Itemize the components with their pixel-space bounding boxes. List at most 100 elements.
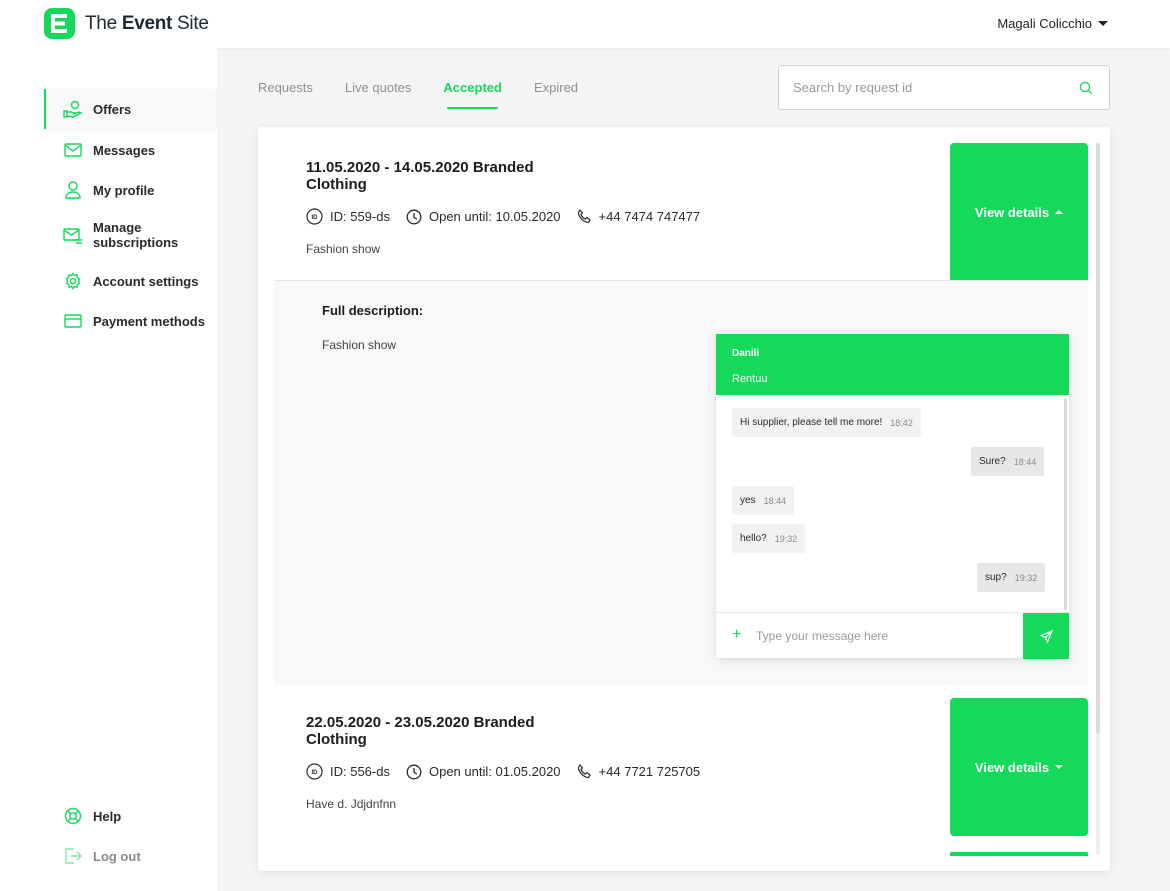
clock-icon bbox=[406, 209, 422, 224]
sidebar-item-label: Messages bbox=[93, 142, 156, 158]
offer-phone-text: +44 7721 725705 bbox=[598, 764, 701, 779]
offer-meta: ID ID: 556-ds Open until: 01.05.2020 +44… bbox=[306, 763, 906, 780]
tab-accepted[interactable]: Accepted bbox=[443, 80, 502, 109]
offer-tabs: Requests Live quotes Accepted Expired bbox=[258, 80, 610, 109]
offer-id-text: ID: 559-ds bbox=[330, 209, 390, 224]
sidebar-item-payment-methods[interactable]: Payment methods bbox=[44, 311, 217, 331]
offer-open-until-text: Open until: 10.05.2020 bbox=[428, 209, 561, 224]
id-badge-icon: ID bbox=[306, 208, 323, 225]
search-input[interactable] bbox=[779, 66, 1049, 109]
panel-scrollbar-thumb[interactable] bbox=[1096, 143, 1100, 733]
credit-card-icon bbox=[63, 311, 83, 331]
offer-id-text: ID: 556-ds bbox=[330, 764, 390, 779]
sidebar-item-label: Log out bbox=[93, 848, 141, 864]
envelope-icon bbox=[63, 140, 83, 160]
brand-name: The Event Site bbox=[85, 13, 209, 35]
brand-prefix: The bbox=[85, 12, 122, 34]
tab-expired[interactable]: Expired bbox=[534, 80, 578, 101]
sidebar-item-label: Offers bbox=[93, 101, 132, 117]
attach-plus-icon[interactable]: + bbox=[732, 626, 741, 644]
sidebar-item-messages[interactable]: Messages bbox=[44, 140, 217, 160]
user-menu[interactable]: Magali Colicchio bbox=[997, 16, 1108, 31]
tab-live-quotes[interactable]: Live quotes bbox=[345, 80, 412, 101]
svg-text:ID: ID bbox=[312, 215, 319, 221]
view-details-button[interactable]: View details bbox=[950, 698, 1088, 836]
brand-logo[interactable]: The Event Site bbox=[44, 8, 209, 39]
user-icon bbox=[63, 180, 83, 200]
full-description-text: Fashion show bbox=[322, 338, 397, 352]
offer-card: 11.05.2020 - 14.05.2020 Branded Clothing… bbox=[274, 143, 1088, 281]
sidebar-item-my-profile[interactable]: My profile bbox=[44, 180, 217, 200]
message-text: yes bbox=[740, 495, 756, 506]
message-text: hello? bbox=[740, 533, 767, 544]
brand-suffix: Site bbox=[172, 12, 209, 34]
message-text: Hi supplier, please tell me more! bbox=[740, 417, 883, 428]
message-time: 18:42 bbox=[890, 417, 913, 428]
chat-contact-name: Danili bbox=[732, 348, 760, 359]
sidebar-item-offers[interactable]: Offers bbox=[44, 89, 217, 129]
sidebar-item-logout[interactable]: Log out bbox=[44, 846, 217, 866]
svg-text:ID: ID bbox=[312, 770, 319, 776]
lifebuoy-icon bbox=[63, 806, 83, 826]
gear-icon bbox=[63, 271, 83, 291]
offer-open-until: Open until: 10.05.2020 bbox=[406, 209, 561, 225]
message-time: 18:44 bbox=[763, 495, 787, 506]
id-badge-icon: ID bbox=[306, 763, 323, 780]
chat-message-in: Hi supplier, please tell me more! 18:42 bbox=[732, 408, 921, 437]
chat-composer: + bbox=[716, 612, 1069, 659]
sidebar-item-label: Payment methods bbox=[93, 313, 205, 329]
caret-down-icon bbox=[1098, 21, 1108, 26]
offer-phone: +44 7721 725705 bbox=[577, 764, 701, 779]
view-details-button[interactable]: View details bbox=[950, 143, 1088, 281]
chat-message-out: Sure? 18:44 bbox=[971, 447, 1045, 476]
top-bar: The Event Site Magali Colicchio bbox=[0, 0, 1170, 48]
offer-open-until-text: Open until: 01.05.2020 bbox=[428, 764, 561, 779]
next-offer-button-peek[interactable] bbox=[950, 852, 1088, 856]
chat-header: Danili Rentuu bbox=[716, 334, 1069, 395]
chat-scrollbar[interactable] bbox=[1064, 398, 1067, 610]
chat-message-in: yes 18:44 bbox=[732, 486, 795, 515]
offer-phone: +44 7474 747477 bbox=[577, 209, 701, 224]
offer-id: ID ID: 556-ds bbox=[306, 763, 390, 780]
search-box bbox=[778, 65, 1110, 110]
sidebar-item-label: Help bbox=[93, 808, 122, 824]
user-name: Magali Colicchio bbox=[997, 16, 1092, 31]
message-text: sup? bbox=[985, 572, 1007, 583]
send-button[interactable] bbox=[1023, 613, 1069, 659]
sidebar: Offers Messages My profile Manage subscri… bbox=[0, 48, 217, 891]
message-text: Sure? bbox=[979, 456, 1006, 467]
sidebar-item-account-settings[interactable]: Account settings bbox=[44, 271, 217, 291]
sidebar-item-label-line2: subscriptions bbox=[93, 235, 179, 250]
sidebar-item-manage-subscriptions[interactable]: Manage subscriptions bbox=[44, 220, 217, 252]
send-icon bbox=[1039, 629, 1053, 643]
sidebar-item-help[interactable]: Help bbox=[44, 806, 217, 826]
brand-bold: Event bbox=[121, 12, 173, 34]
offer-meta: ID ID: 559-ds Open until: 10.05.2020 +44… bbox=[306, 208, 906, 225]
phone-icon bbox=[577, 764, 591, 779]
message-time: 18:44 bbox=[1013, 456, 1037, 467]
offer-title: 22.05.2020 - 23.05.2020 Branded Clothing bbox=[306, 714, 535, 748]
chat-message-out: sup? 19:32 bbox=[977, 563, 1046, 592]
offer-details-expanded: Full description: Fashion show Danili Re… bbox=[274, 280, 1088, 685]
chat-contact-company: Rentuu bbox=[732, 373, 768, 385]
offer-content: 11.05.2020 - 14.05.2020 Branded Clothing… bbox=[306, 159, 906, 256]
offer-phone-text: +44 7474 747477 bbox=[598, 209, 701, 224]
tab-requests[interactable]: Requests bbox=[258, 80, 313, 101]
caret-down-icon bbox=[1055, 765, 1064, 769]
view-details-label: View details bbox=[974, 759, 1050, 775]
offer-content: 22.05.2020 - 23.05.2020 Branded Clothing… bbox=[306, 714, 906, 811]
offer-open-until: Open until: 01.05.2020 bbox=[406, 764, 561, 780]
chat-message-in: hello? 19:32 bbox=[732, 524, 806, 553]
view-details-label: View details bbox=[974, 204, 1050, 220]
logo-e-icon bbox=[44, 8, 75, 39]
sidebar-item-label: Account settings bbox=[93, 273, 199, 289]
sidebar-item-label-line1: Manage bbox=[93, 220, 142, 235]
clock-icon bbox=[406, 764, 422, 779]
message-time: 19:32 bbox=[774, 533, 798, 544]
offer-id: ID ID: 559-ds bbox=[306, 208, 390, 225]
full-description-label: Full description: bbox=[322, 303, 424, 318]
offer-card: 22.05.2020 - 23.05.2020 Branded Clothing… bbox=[274, 698, 1088, 836]
search-icon[interactable] bbox=[1079, 81, 1093, 100]
chat-message-input[interactable] bbox=[756, 623, 1016, 648]
offer-description: Fashion show bbox=[306, 242, 381, 256]
